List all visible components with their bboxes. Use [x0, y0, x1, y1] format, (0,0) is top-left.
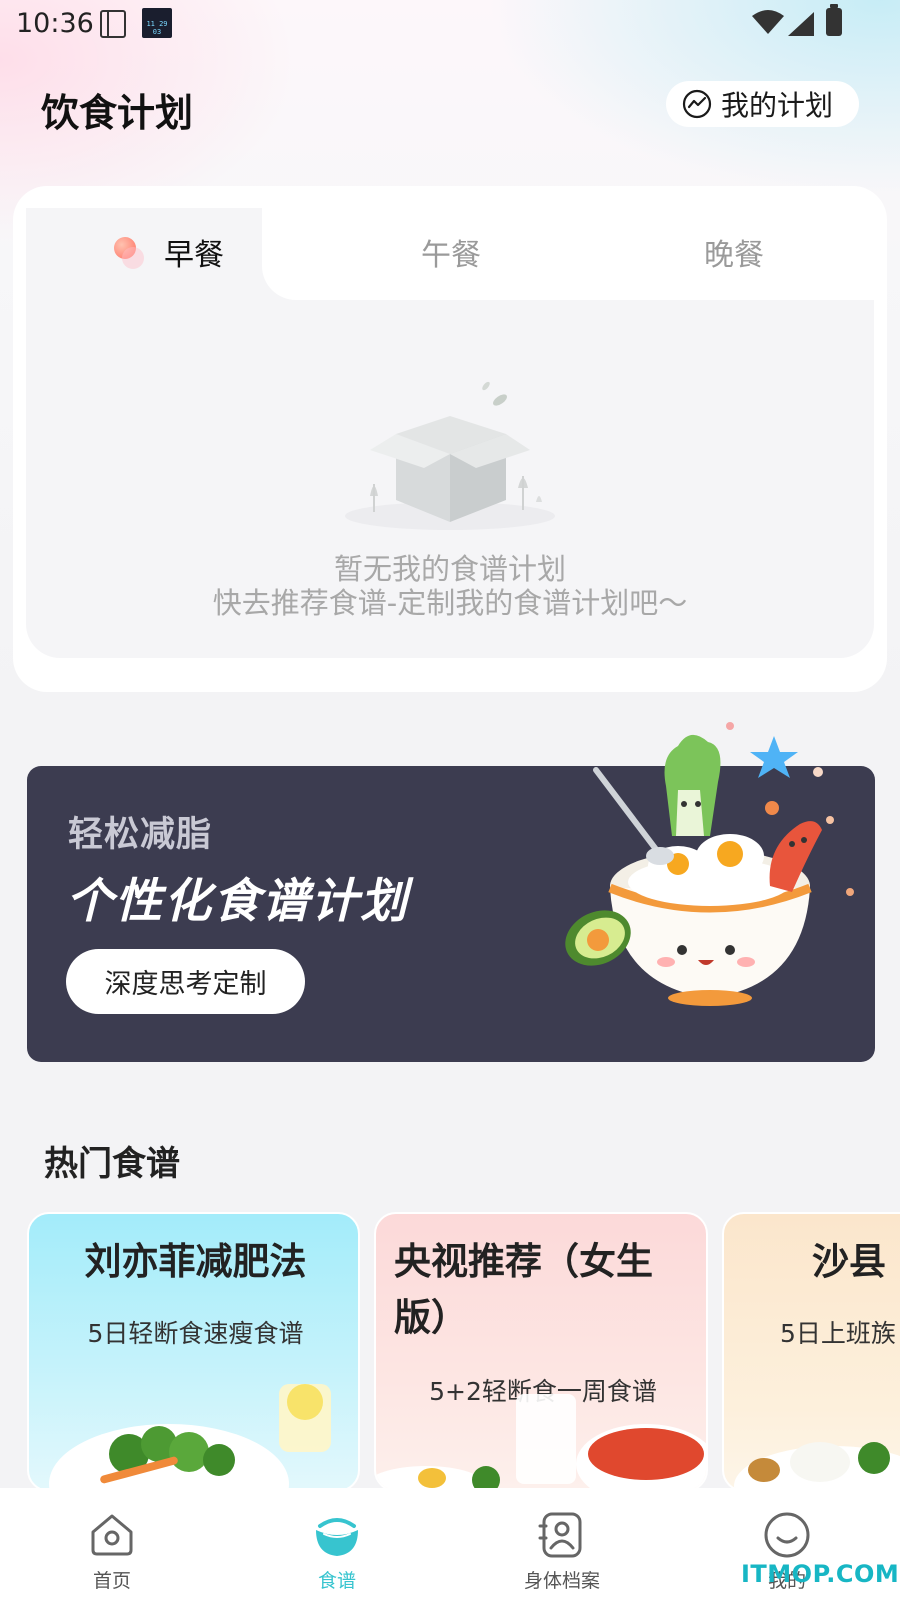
soup-meal-image [376, 1394, 706, 1490]
status-time: 10:36 [16, 8, 94, 39]
nav-home-label: 首页 [92, 1570, 131, 1592]
nav-body-profile-label: 身体档案 [523, 1570, 600, 1592]
banner-subtitle: 轻松减脂 [68, 815, 213, 855]
trend-icon [682, 89, 712, 119]
nav-home[interactable]: 首页 [52, 1510, 172, 1593]
recipe-card-title: 刘亦菲减肥法 [84, 1240, 307, 1283]
recipe-card-subtitle: 5日轻断食速瘦食谱 [87, 1319, 304, 1348]
tab-breakfast-label: 早餐 [164, 238, 224, 273]
recipe-card-title: 央视推荐（女生版） [394, 1240, 653, 1339]
nav-body-profile[interactable]: 身体档案 [502, 1510, 622, 1593]
wifi-icon [752, 10, 784, 34]
tab-dinner[interactable]: 晚餐 [704, 230, 764, 274]
breakfast-dot-icon [112, 235, 146, 269]
recipe-card[interactable]: 沙县 5日上班族 [722, 1212, 900, 1492]
salad-plate-image [49, 1384, 331, 1490]
battery-icon [826, 4, 842, 36]
hot-recipes-title: 热门食谱 [44, 1144, 180, 1184]
tab-lunch[interactable]: 午餐 [421, 230, 481, 274]
home-icon [91, 1514, 133, 1556]
banner-title: 个性化食谱计划 [66, 874, 409, 929]
signal-icon [788, 12, 814, 36]
recipe-card[interactable]: 央视推荐（女生版） 5+2轻断食一周食谱 [374, 1212, 708, 1492]
clock-widget-icon: 11 29 03 [142, 8, 172, 38]
inactive-tabs-background [262, 208, 874, 300]
smile-icon [764, 1512, 810, 1558]
body-profile-icon [538, 1512, 582, 1558]
recipe-card-title: 沙县 [812, 1240, 886, 1283]
nav-recipes[interactable]: 食谱 [277, 1510, 397, 1593]
my-plan-button[interactable]: 我的计划 [666, 81, 859, 127]
empty-box-illustration [345, 381, 555, 530]
page-title: 饮食计划 [41, 91, 194, 135]
recipe-card[interactable]: 刘亦菲减肥法 5日轻断食速瘦食谱 [27, 1212, 360, 1492]
recipe-card-subtitle: 5日上班族 [780, 1319, 896, 1348]
status-bar: 10:36 11 29 03 [0, 0, 900, 50]
deep-customize-button[interactable]: 深度思考定制 [66, 949, 305, 1014]
tab-breakfast[interactable]: 早餐 [112, 230, 224, 274]
food-bowl-illustration [565, 722, 854, 1006]
rice-meal-image [734, 1442, 900, 1490]
bowl-icon [316, 1518, 358, 1556]
watermark: ITMOP.COM [741, 1560, 900, 1588]
empty-state-subtitle: 快去推荐食谱-定制我的食谱计划吧～ [212, 586, 688, 620]
sim-card-icon [100, 10, 126, 38]
nav-recipes-label: 食谱 [317, 1570, 356, 1592]
my-plan-label: 我的计划 [721, 89, 834, 122]
